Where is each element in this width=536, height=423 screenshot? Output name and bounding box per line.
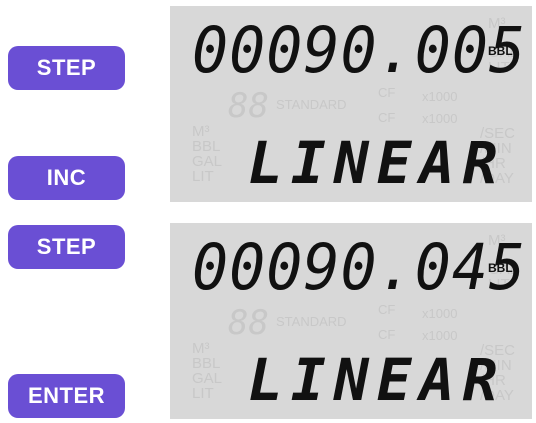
step-button-2[interactable]: STEP bbox=[8, 225, 125, 269]
step-button-1[interactable]: STEP bbox=[8, 46, 125, 90]
lcd-display-2: M³ GAL LIT BBL 00090.045 88 STANDARD CF … bbox=[170, 223, 532, 419]
x1000-label-2: x1000 bbox=[422, 328, 458, 343]
x1000-label-2: x1000 bbox=[422, 111, 458, 126]
totalizer-reading: 00090.005 bbox=[192, 14, 527, 88]
left-unit-legend: M³ BBL GAL LIT bbox=[192, 123, 223, 185]
cf-label-2: CF bbox=[378, 327, 396, 342]
digit-88: 88 bbox=[228, 303, 269, 343]
standard-label: STANDARD bbox=[276, 97, 347, 112]
totalizer-reading: 00090.045 bbox=[192, 231, 527, 305]
mode-text: LINEAR bbox=[248, 346, 506, 414]
x1000-label-1: x1000 bbox=[422, 306, 458, 321]
enter-button[interactable]: ENTER bbox=[8, 374, 125, 418]
cf-label-2: CF bbox=[378, 110, 396, 125]
digit-88: 88 bbox=[228, 86, 269, 126]
x1000-label-1: x1000 bbox=[422, 89, 458, 104]
cf-label-1: CF bbox=[378, 302, 396, 317]
mode-text: LINEAR bbox=[248, 129, 506, 197]
lcd-display-1: M³ GAL LIT BBL 00090.005 88 STANDARD CF … bbox=[170, 6, 532, 202]
inc-button[interactable]: INC bbox=[8, 156, 125, 200]
cf-label-1: CF bbox=[378, 85, 396, 100]
left-unit-legend: M³ BBL GAL LIT bbox=[192, 340, 223, 402]
standard-label: STANDARD bbox=[276, 314, 347, 329]
